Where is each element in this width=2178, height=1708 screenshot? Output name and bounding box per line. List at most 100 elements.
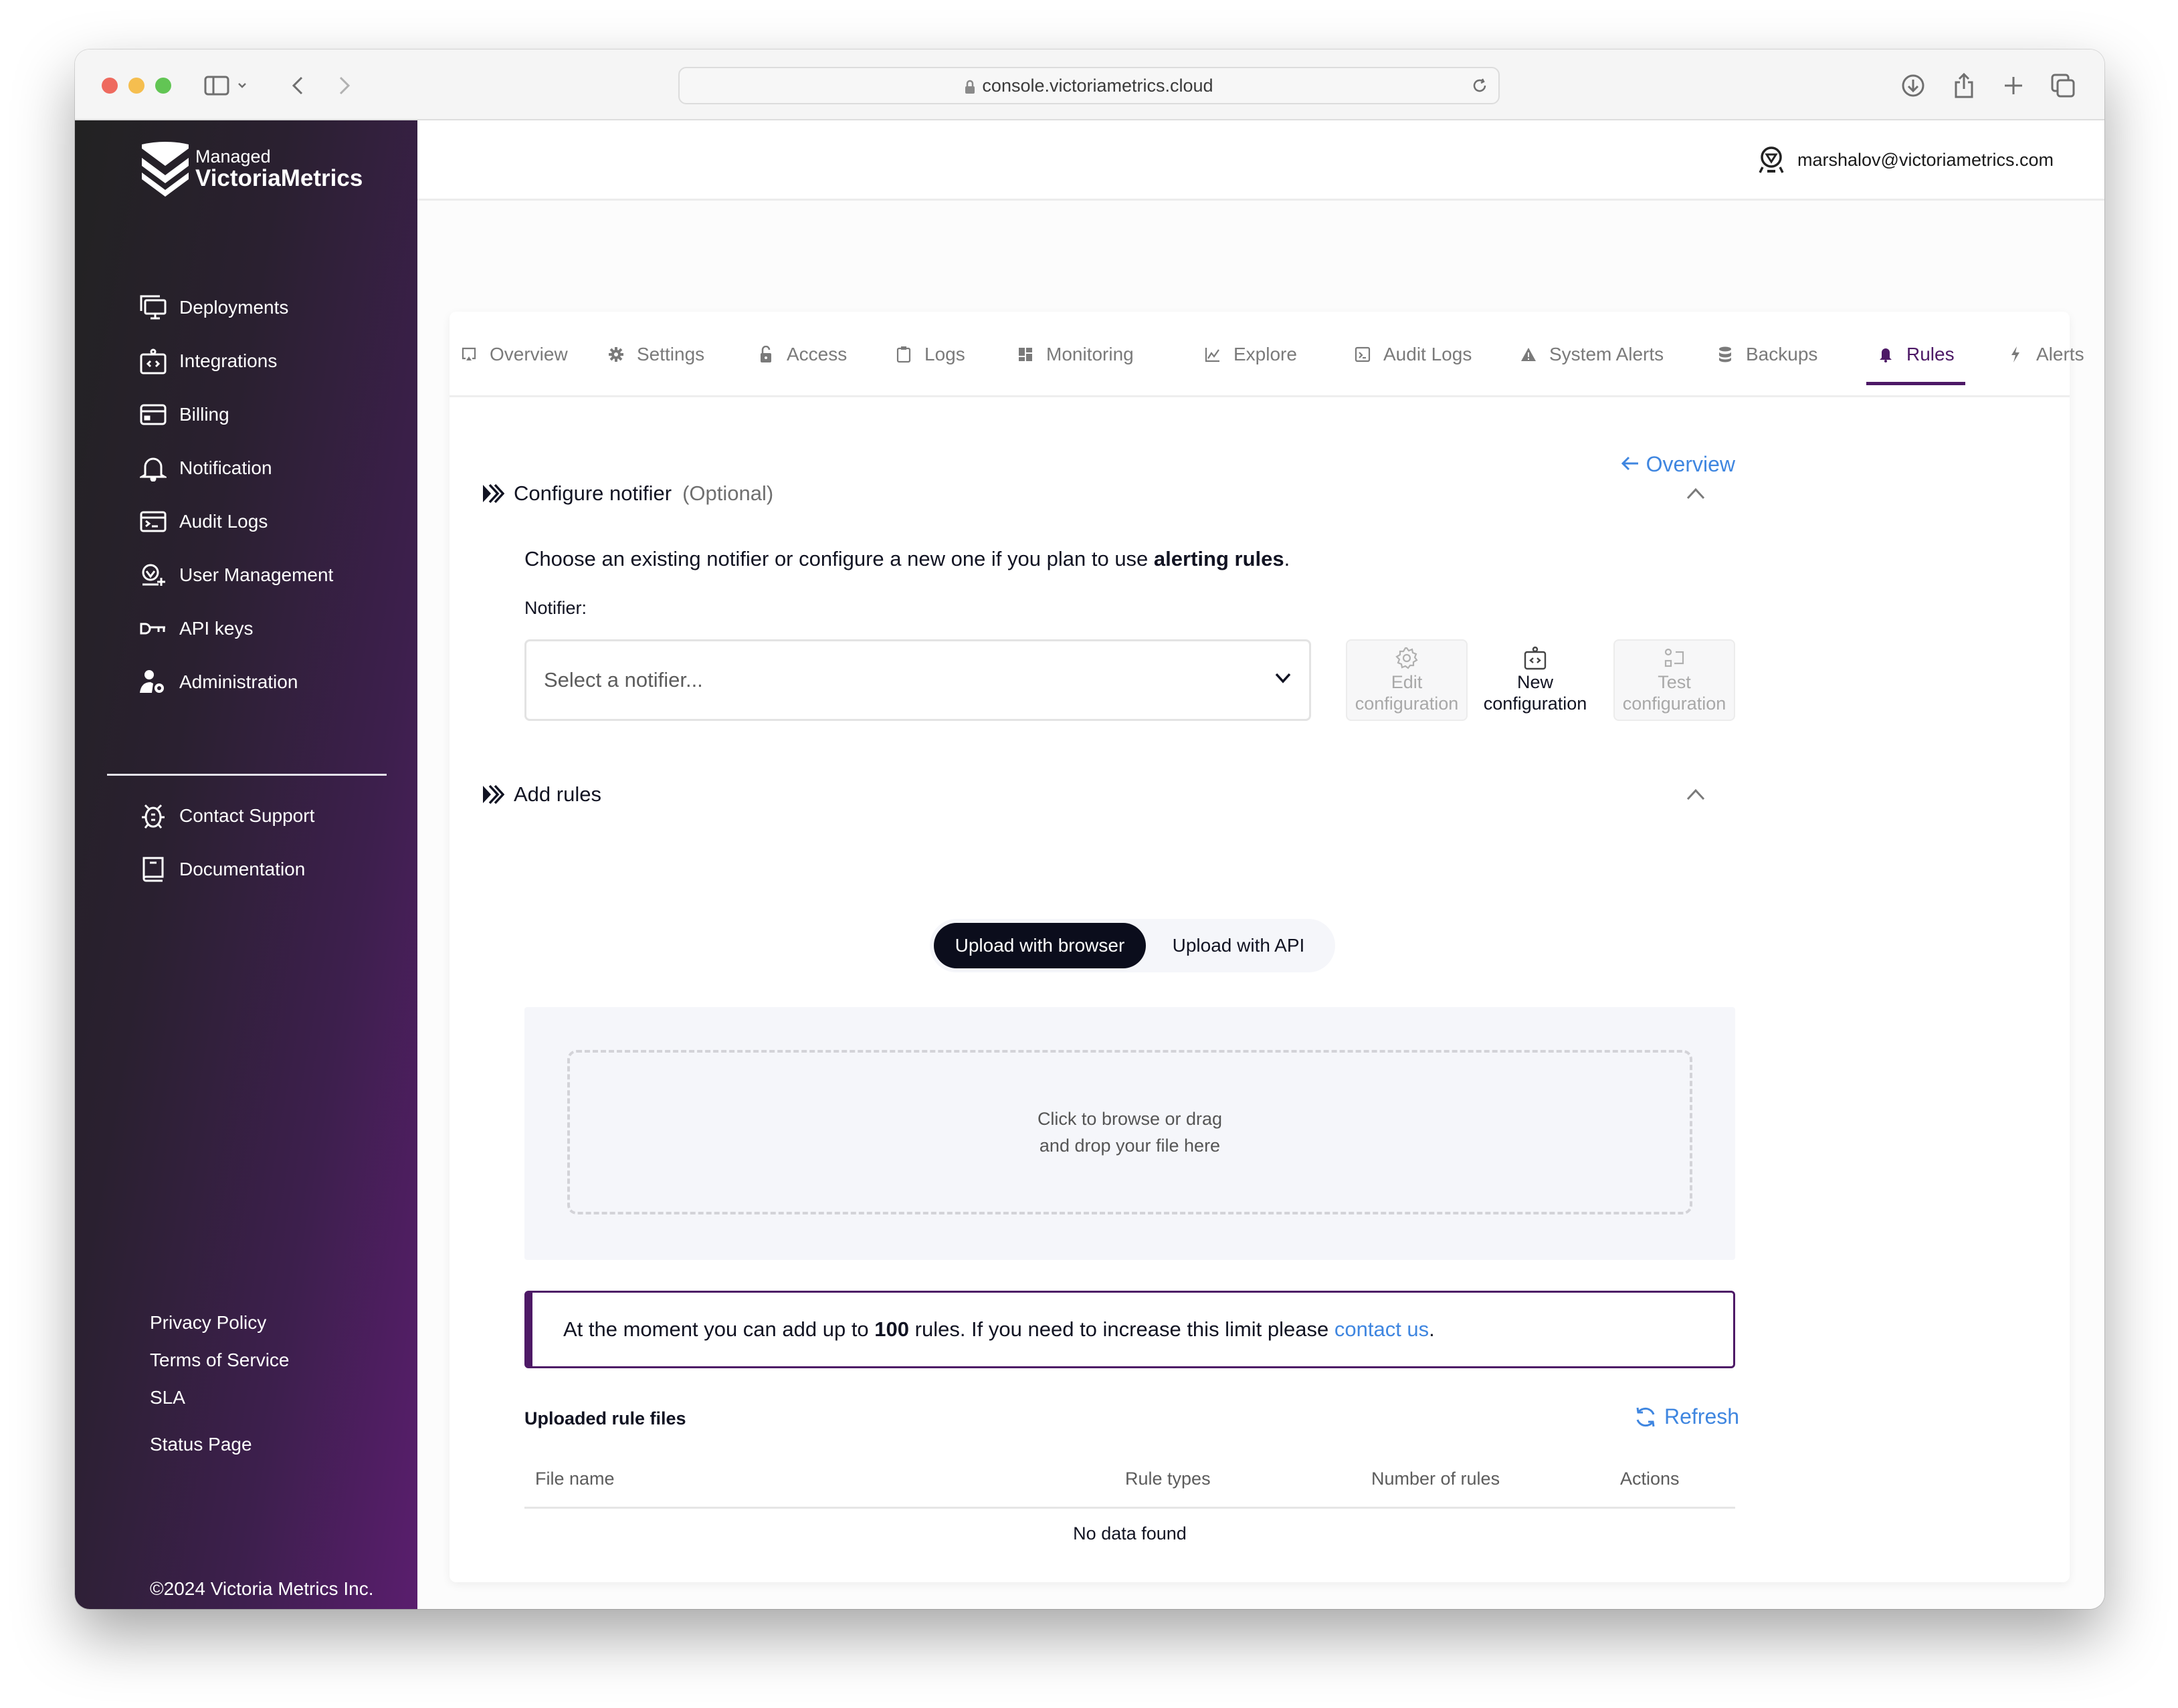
empty-state: No data found <box>1073 1523 1187 1543</box>
bell-icon <box>1877 346 1894 363</box>
sidebar-item-audit-logs[interactable]: Audit Logs <box>139 495 333 548</box>
minimize-window-button[interactable] <box>128 78 144 94</box>
upload-with-api-button[interactable]: Upload with API <box>1146 923 1331 968</box>
notifier-intro-text: Choose an existing notifier or configure… <box>524 547 1290 571</box>
tab-audit-logs[interactable]: Audit Logs <box>1354 312 1472 397</box>
tab-system-alerts[interactable]: System Alerts <box>1520 312 1664 397</box>
back-to-overview-link[interactable]: Overview <box>1621 452 1735 477</box>
clipboard-icon <box>895 346 912 363</box>
download-icon[interactable] <box>1900 70 1926 102</box>
chart-line-icon <box>1204 346 1221 363</box>
sidebar-footer-links: Privacy Policy Terms of Service SLA Stat… <box>150 1304 290 1463</box>
chevron-down-icon <box>1275 673 1291 683</box>
deployment-tabs: Overview Settings Access Logs Monitoring <box>450 312 2084 397</box>
edit-configuration-button[interactable]: Edit configuration <box>1346 639 1468 721</box>
sidebar-item-label: User Management <box>179 564 334 585</box>
tab-explore[interactable]: Explore <box>1204 312 1297 397</box>
tab-logs[interactable]: Logs <box>895 312 965 397</box>
dropzone-line2: and drop your file here <box>1039 1136 1221 1156</box>
privacy-policy-link[interactable]: Privacy Policy <box>150 1304 290 1342</box>
column-file-name[interactable]: File name <box>535 1469 615 1489</box>
tab-alerts[interactable]: Alerts <box>2007 312 2084 397</box>
test-configuration-button[interactable]: Test configuration <box>1613 639 1735 721</box>
intro-bold: alerting rules <box>1153 547 1284 570</box>
tabs-overview-icon[interactable] <box>2050 70 2076 102</box>
tab-overview[interactable]: Overview <box>460 312 568 397</box>
tab-label: Logs <box>924 344 965 364</box>
section-title: Add rules <box>514 782 601 806</box>
bell-icon <box>139 454 167 482</box>
back-link-label: Overview <box>1646 452 1735 476</box>
notifier-section-header[interactable]: Configure notifier (Optional) <box>482 482 773 506</box>
select-placeholder: Select a notifier... <box>544 668 703 691</box>
refresh-icon <box>1636 1407 1655 1426</box>
status-page-link[interactable]: Status Page <box>150 1426 290 1463</box>
back-icon[interactable] <box>288 70 308 102</box>
sidebar-item-user-management[interactable]: User Management <box>139 548 333 602</box>
maximize-window-button[interactable] <box>155 78 171 94</box>
sidebar-item-label: Billing <box>179 404 229 425</box>
button-line2: configuration <box>1355 693 1459 714</box>
tab-monitoring[interactable]: Monitoring <box>1017 312 1134 397</box>
refresh-button[interactable]: Refresh <box>1634 1404 1739 1429</box>
sidebar-item-notification[interactable]: Notification <box>139 441 333 495</box>
column-rule-types[interactable]: Rule types <box>1125 1469 1211 1489</box>
rules-limit-notice: At the moment you can add up to 100 rule… <box>524 1291 1735 1368</box>
tab-rules[interactable]: Rules <box>1866 312 1965 397</box>
sidebar-item-api-keys[interactable]: API keys <box>139 602 333 655</box>
copyright: ©2024 Victoria Metrics Inc. <box>150 1578 374 1599</box>
upload-with-browser-button[interactable]: Upload with browser <box>934 923 1146 968</box>
file-dropzone[interactable]: Click to browse or drag and drop your fi… <box>567 1050 1692 1214</box>
notifier-select[interactable]: Select a notifier... <box>524 639 1311 721</box>
refresh-label: Refresh <box>1664 1404 1740 1428</box>
browser-toolbar: console.victoriametrics.cloud <box>75 49 2104 120</box>
key-icon <box>139 615 167 643</box>
sidebar-item-administration[interactable]: Administration <box>139 655 333 709</box>
notice-prefix: At the moment you can add up to <box>563 1317 875 1341</box>
sidebar-item-billing[interactable]: Billing <box>139 388 333 441</box>
terms-of-service-link[interactable]: Terms of Service <box>150 1342 290 1379</box>
close-window-button[interactable] <box>102 78 118 94</box>
new-configuration-button[interactable]: New configuration <box>1474 639 1596 721</box>
sla-link[interactable]: SLA <box>150 1379 290 1416</box>
button-line1: New <box>1516 672 1553 692</box>
chevron-down-icon[interactable] <box>235 70 249 102</box>
tab-backups[interactable]: Backups <box>1716 312 1817 397</box>
contact-us-link[interactable]: contact us <box>1334 1317 1429 1341</box>
gear-icon <box>607 346 625 363</box>
tab-access[interactable]: Access <box>757 312 847 397</box>
top-header: marshalov@victoriametrics.com <box>417 120 2104 201</box>
button-line1: Edit <box>1391 672 1423 692</box>
column-number-of-rules[interactable]: Number of rules <box>1371 1469 1500 1489</box>
sidebar-toggle-icon[interactable] <box>202 70 231 102</box>
sidebar-item-contact-support[interactable]: Contact Support <box>139 789 314 843</box>
chevron-up-icon[interactable] <box>1686 487 1706 500</box>
tab-settings[interactable]: Settings <box>607 312 704 397</box>
chevron-up-icon[interactable] <box>1686 788 1706 801</box>
monitor-icon <box>139 294 167 322</box>
rules-section-header[interactable]: Add rules <box>482 782 601 807</box>
sidebar-item-integrations[interactable]: Integrations <box>139 334 333 388</box>
button-line2: configuration <box>1483 693 1587 714</box>
rule-files-table: File name Rule types Number of rules Act… <box>524 1449 1735 1544</box>
sidebar-item-deployments[interactable]: Deployments <box>139 281 333 334</box>
arrow-left-icon <box>1621 452 1640 477</box>
reload-icon[interactable] <box>1470 76 1489 100</box>
terminal-icon <box>1354 346 1371 363</box>
optional-label: (Optional) <box>682 482 774 505</box>
address-bar[interactable]: console.victoriametrics.cloud <box>678 67 1500 104</box>
user-menu[interactable]: marshalov@victoriametrics.com <box>1757 146 2054 174</box>
user-gear-icon <box>139 668 167 696</box>
notice-middle: rules. If you need to increase this limi… <box>909 1317 1334 1341</box>
forward-icon[interactable] <box>334 70 355 102</box>
intro-suffix: . <box>1284 547 1290 570</box>
sidebar: Managed VictoriaMetrics Deployments Inte… <box>75 120 417 1609</box>
logo[interactable]: Managed VictoriaMetrics <box>139 140 363 197</box>
deployment-card: Overview Settings Access Logs Monitoring <box>450 312 2084 1582</box>
new-tab-icon[interactable] <box>2000 70 2027 102</box>
intro-prefix: Choose an existing notifier or configure… <box>524 547 1154 570</box>
tab-label: Overview <box>490 344 568 364</box>
share-icon[interactable] <box>1951 70 1977 102</box>
user-add-icon <box>139 561 167 589</box>
sidebar-item-documentation[interactable]: Documentation <box>139 843 314 896</box>
